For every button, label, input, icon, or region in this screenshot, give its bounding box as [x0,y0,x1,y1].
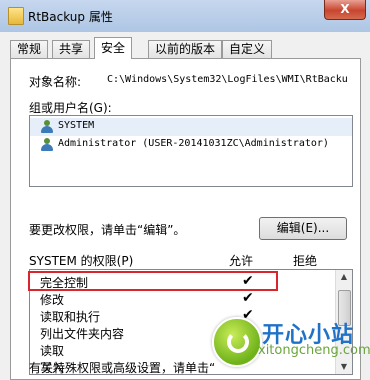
groups-label: 组或用户名(G): [29,101,112,115]
window-title: RtBackup 属性 [28,10,113,24]
edit-hint: 要更改权限，请单击“编辑”。 [29,223,186,237]
allow-check-icon: ✔ [242,290,254,306]
list-item-administrator[interactable]: Administrator (USER-20141031ZC\Administr… [30,136,352,154]
tab-sharing[interactable]: 共享 [52,40,91,58]
tab-previous-versions[interactable]: 以前的版本 [148,40,223,58]
users-icon [40,120,54,134]
advanced-hint: 有关特殊权限或高级设置，请单击“ [29,361,216,375]
watermark-logo-icon [212,317,262,367]
close-button[interactable]: X [324,0,366,20]
edit-button[interactable]: 编辑(E)... [259,217,347,240]
permissions-header: SYSTEM 的权限(P) [29,254,134,268]
permission-name: 修改 [40,293,65,307]
deny-column-header: 拒绝 [293,254,318,268]
tab-general[interactable]: 常规 [10,40,49,58]
window-client: 常规 共享 安全 以前的版本 自定义 对象名称: C:\Windows\Syst… [0,32,370,380]
tab-security[interactable]: 安全 [94,37,133,59]
scroll-up-icon[interactable]: ▲ [339,272,349,282]
user-name: SYSTEM [58,120,95,131]
user-name: Administrator (USER-20141031ZC\Administr… [58,138,329,149]
permission-name: 读取 [40,344,65,358]
permission-name: 列出文件夹内容 [40,327,125,341]
highlight-box [28,271,278,291]
permission-name: 读取和执行 [40,310,101,324]
tab-customize[interactable]: 自定义 [222,40,273,58]
folder-icon [8,7,24,25]
user-icon [40,138,54,152]
allow-column-header: 允许 [229,254,254,268]
title-bar: RtBackup 属性 X [0,0,370,33]
users-listbox[interactable]: SYSTEM Administrator (USER-20141031ZC\Ad… [29,115,353,187]
object-name-label: 对象名称: [29,75,82,89]
scroll-down-icon[interactable]: ▼ [339,362,349,372]
permission-row: 修改 ✔ [30,290,335,307]
watermark-url: xitongcheng.com [258,343,370,358]
list-item-system[interactable]: SYSTEM [30,118,352,136]
object-name-value: C:\Windows\System32\LogFiles\WMI\RtBacku [107,74,348,85]
